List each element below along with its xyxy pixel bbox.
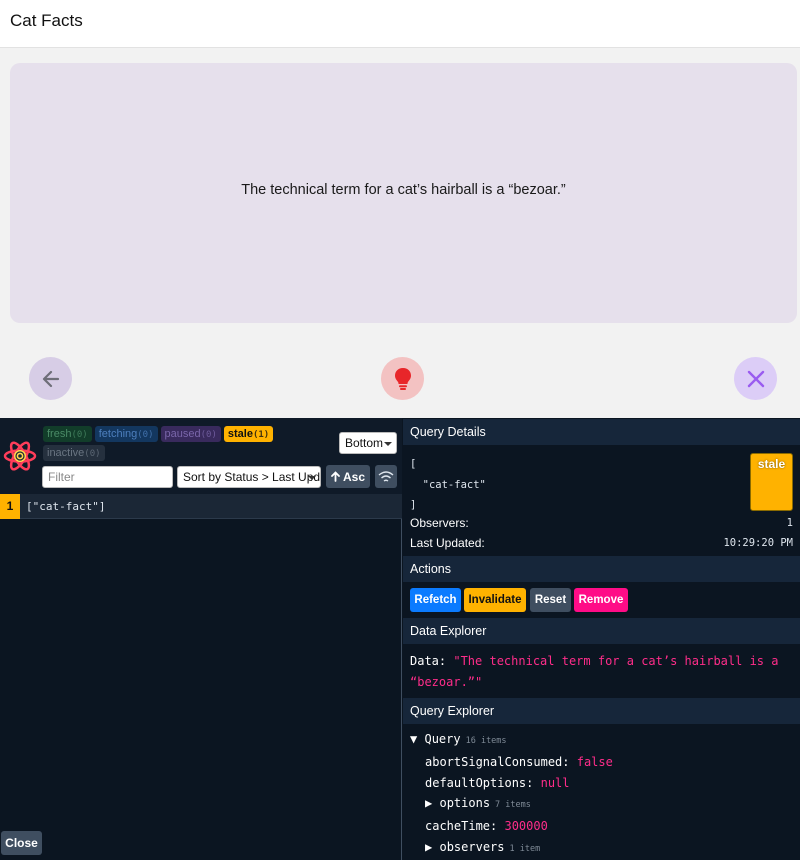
tree-node-query[interactable]: ▼ Query 16 items bbox=[410, 729, 613, 752]
react-query-logo-icon[interactable] bbox=[2, 438, 38, 474]
devtools-toolbar: fresh(0) fetching(0) paused(0) stale(1) … bbox=[0, 418, 402, 494]
filter-input[interactable] bbox=[42, 466, 173, 488]
last-updated-label: Last Updated: bbox=[410, 536, 485, 550]
caret-right-icon: ▶ bbox=[425, 839, 433, 854]
invalidate-button[interactable]: Invalidate bbox=[464, 588, 526, 612]
caret-right-icon: ▶ bbox=[425, 796, 433, 811]
remove-button[interactable]: Remove bbox=[574, 588, 628, 612]
arrow-up-icon bbox=[331, 471, 340, 482]
observers-value: 1 bbox=[786, 517, 793, 529]
data-label: Data: bbox=[410, 654, 447, 668]
status-badges: fresh(0) fetching(0) paused(0) stale(1) … bbox=[43, 426, 293, 461]
query-explorer-tree: ▼ Query 16 items abortSignalConsumed: fal… bbox=[410, 729, 613, 860]
tree-node-options[interactable]: ▶ options 7 items bbox=[410, 793, 613, 816]
dismiss-button[interactable] bbox=[734, 357, 777, 400]
query-details-heading: Query Details bbox=[403, 419, 800, 445]
sort-direction-button[interactable]: Asc bbox=[326, 465, 370, 488]
query-details-pane: Query Details [ "cat-fact" ] stale Obser… bbox=[403, 418, 800, 860]
fact-card: The technical term for a cat’s hairball … bbox=[10, 63, 797, 323]
close-icon bbox=[747, 370, 764, 387]
query-row[interactable]: 1 ["cat-fact"] bbox=[0, 494, 402, 519]
observers-label: Observers: bbox=[410, 516, 469, 530]
data-value: "The technical term for a cat’s hairball… bbox=[410, 654, 779, 689]
query-devtools-panel: fresh(0) fetching(0) paused(0) stale(1) … bbox=[0, 418, 800, 860]
badge-inactive: inactive(0) bbox=[43, 445, 105, 461]
badge-stale: stale(1) bbox=[223, 426, 274, 442]
sort-direction-label: Asc bbox=[342, 469, 365, 484]
tree-entry-abort-signal: abortSignalConsumed: false bbox=[425, 754, 613, 769]
sort-select[interactable]: Sort by Status > Last Upd bbox=[177, 466, 321, 488]
tree-node-observers[interactable]: ▶ observers 1 item bbox=[410, 837, 613, 860]
tree-entry-default-options: defaultOptions: null bbox=[425, 775, 570, 790]
app-header: Cat Facts bbox=[0, 0, 800, 48]
lightbulb-icon bbox=[394, 367, 411, 390]
back-button[interactable] bbox=[29, 357, 72, 400]
badge-fetching: fetching(0) bbox=[94, 426, 158, 442]
close-devtools-button[interactable]: Close bbox=[1, 831, 42, 855]
last-updated-value: 10:29:20 PM bbox=[723, 537, 793, 549]
wifi-icon bbox=[378, 470, 394, 482]
position-select[interactable]: Bottom bbox=[339, 432, 397, 454]
caret-down-icon: ▼ bbox=[410, 732, 418, 746]
data-explorer-heading: Data Explorer bbox=[403, 618, 800, 644]
query-status-badge: stale bbox=[750, 453, 793, 511]
query-key-detail: [ "cat-fact" ] bbox=[410, 458, 486, 511]
badge-fresh: fresh(0) bbox=[43, 426, 92, 442]
network-mode-button[interactable] bbox=[375, 465, 397, 488]
badge-paused: paused(0) bbox=[160, 426, 221, 442]
hint-button[interactable] bbox=[381, 357, 424, 400]
actions-heading: Actions bbox=[403, 556, 800, 582]
arrow-left-icon bbox=[42, 370, 59, 387]
data-explorer-entry: Data: "The technical term for a cat’s ha… bbox=[410, 651, 795, 693]
reset-button[interactable]: Reset bbox=[530, 588, 571, 612]
refetch-button[interactable]: Refetch bbox=[410, 588, 461, 612]
query-list-pane: fresh(0) fetching(0) paused(0) stale(1) … bbox=[0, 418, 402, 860]
query-observer-count: 1 bbox=[0, 494, 20, 519]
fact-text: The technical term for a cat’s hairball … bbox=[241, 182, 566, 198]
query-explorer-heading: Query Explorer bbox=[403, 698, 800, 724]
tree-entry-cache-time: cacheTime: 300000 bbox=[425, 819, 548, 834]
app-title: Cat Facts bbox=[10, 11, 83, 30]
query-key: ["cat-fact"] bbox=[26, 500, 106, 513]
